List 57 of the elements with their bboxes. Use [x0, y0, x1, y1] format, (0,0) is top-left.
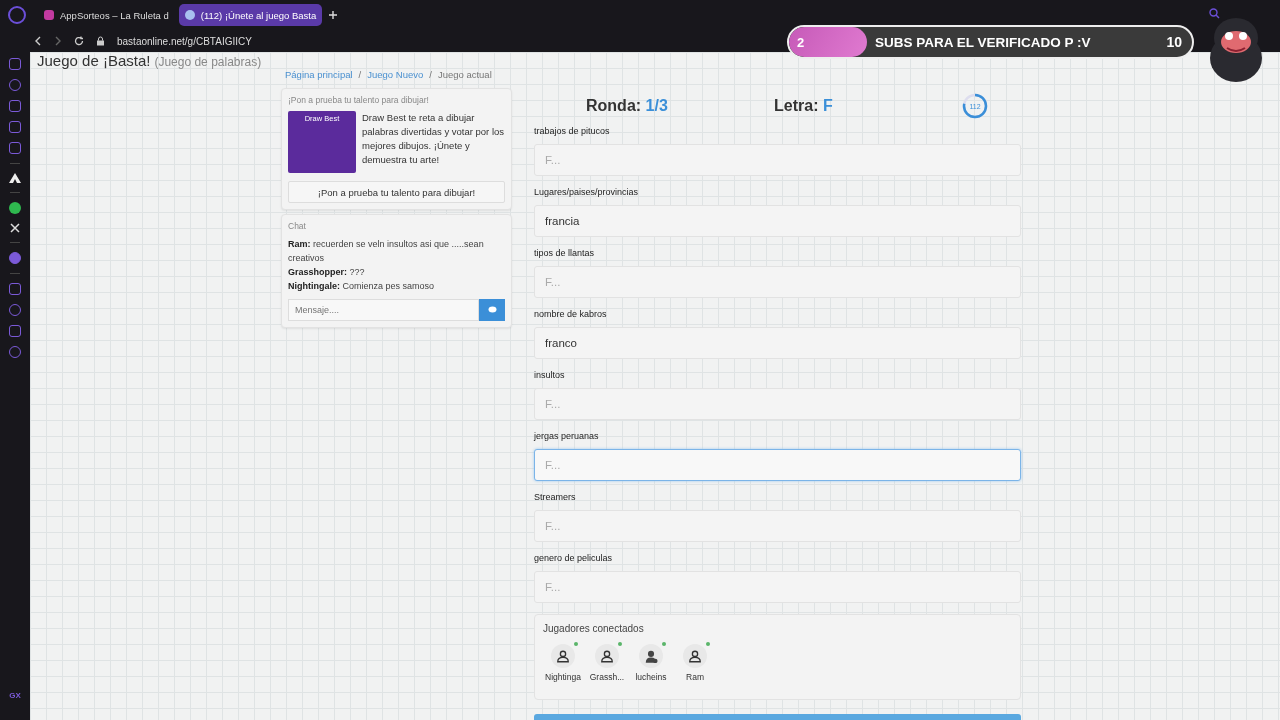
x-logo-icon[interactable] — [10, 223, 20, 233]
browser-tab[interactable]: AppSorteos – La Ruleta d — [38, 4, 175, 26]
player-name: lucheins — [635, 672, 667, 682]
player-name: Nightinga — [545, 672, 581, 682]
person-icon — [556, 648, 570, 664]
round-indicator: Ronda: 1/3 — [586, 97, 669, 115]
promo-text: Draw Best te reta a dibujar palabras divertidas y votar por los mejores dibujos. ¡Únete y demuestra tu arte! — [362, 111, 505, 167]
field-label: Lugares/paises/provincias — [534, 187, 640, 199]
chat-title: Chat — [288, 221, 307, 231]
chat-message: Nightingale: Comienza pes samoso — [288, 280, 436, 293]
field-label: nombre de kabros — [534, 309, 608, 321]
lock-icon — [96, 36, 105, 46]
person-icon — [644, 648, 658, 664]
field-label: jergas peruanas — [534, 431, 600, 443]
chat-message: Ram: recuerden se veln insultos asi que .....sean creativos — [288, 238, 485, 265]
answer-field[interactable]: francia — [534, 205, 1021, 237]
address-bar[interactable]: bastaonline.net/g/CBTAIGIICY — [117, 35, 252, 47]
person-icon — [688, 648, 702, 664]
triangle-app-icon[interactable] — [9, 173, 21, 183]
field-label: tipos de llantas — [534, 248, 596, 260]
person-icon — [600, 648, 614, 664]
send-button[interactable] — [479, 299, 505, 321]
player-name: Ram — [686, 672, 704, 682]
search-icon[interactable] — [1209, 8, 1220, 19]
breadcrumb-separator: / — [429, 69, 432, 80]
back-icon[interactable] — [34, 36, 42, 46]
field-label: trabajos de pitucos — [534, 126, 611, 138]
goal-number: 10 — [1166, 34, 1182, 50]
browser-logo-icon[interactable] — [8, 6, 26, 24]
browser-tab[interactable]: (112) ¡Únete al juego Basta — [178, 4, 323, 26]
message-field[interactable]: Mensaje.... — [288, 299, 479, 321]
sidebar-icon[interactable] — [9, 142, 21, 154]
sidebar-badge[interactable]: GX — [9, 691, 21, 700]
answer-field[interactable]: F... — [534, 449, 1021, 481]
breadcrumb-current: Juego actual — [437, 69, 492, 80]
page-title: Juego de ¡Basta! (Juego de palabras) — [37, 52, 262, 69]
players-title: Jugadores conectados — [543, 623, 645, 634]
sidebar-icon[interactable] — [9, 58, 21, 70]
goal-count: 2 — [789, 27, 867, 57]
player-name: Grassh... — [589, 672, 625, 682]
reload-icon[interactable] — [74, 36, 84, 46]
field-label: insultos — [534, 370, 566, 382]
speech-bubble-icon — [487, 306, 497, 314]
sidebar-icon[interactable] — [9, 325, 21, 337]
breadcrumb-separator: / — [358, 69, 362, 80]
sidebar-icon[interactable] — [9, 121, 21, 133]
goal-text: SUBS PARA EL VERIFICADO P :V — [875, 34, 1092, 50]
promo-button[interactable]: ¡Pon a prueba tu talento para dibujar! — [288, 181, 505, 203]
chat-message: Grasshopper: ??? — [288, 266, 366, 279]
letter-indicator: Letra: F — [774, 97, 834, 115]
answer-field[interactable]: franco — [534, 327, 1021, 359]
field-label: Streamers — [534, 492, 577, 504]
promo-heading: ¡Pon a prueba tu talento para dibujar! — [288, 95, 430, 105]
forward-icon[interactable] — [54, 36, 62, 46]
sidebar-icon[interactable] — [9, 252, 21, 264]
field-label: genero de peliculas — [534, 553, 614, 565]
sidebar-icon[interactable] — [9, 100, 21, 112]
